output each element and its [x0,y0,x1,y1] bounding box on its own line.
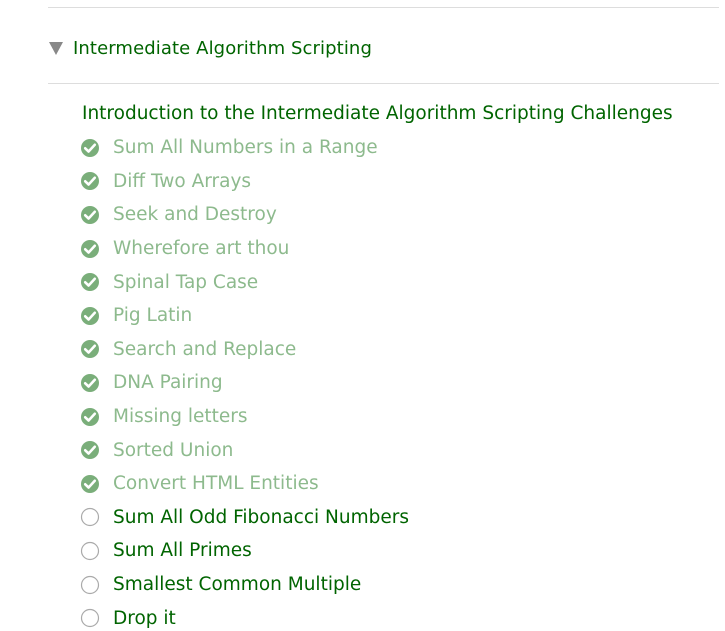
challenge-item[interactable]: Sum All Primes [80,534,409,568]
check-circle-icon [80,306,100,326]
challenge-item[interactable]: Pig Latin [80,299,409,333]
challenge-label: Sum All Odd Fibonacci Numbers [113,506,409,528]
divider-section [48,83,719,84]
challenge-label: Wherefore art thou [113,238,290,260]
empty-circle-icon [80,575,100,595]
check-circle-icon [80,407,100,427]
challenge-item[interactable]: Seek and Destroy [80,198,409,232]
curriculum-page: Intermediate Algorithm Scripting Introdu… [0,0,725,631]
challenge-label: Sum All Primes [113,540,252,562]
section-title: Intermediate Algorithm Scripting [73,37,372,59]
challenge-list: Sum All Numbers in a Range Diff Two Array… [80,131,409,631]
challenge-label: Missing letters [113,406,248,428]
challenge-label: Pig Latin [113,305,193,327]
caret-down-icon [48,40,64,56]
check-circle-icon [80,138,100,158]
check-circle-icon [80,239,100,259]
challenge-item[interactable]: Spinal Tap Case [80,265,409,299]
check-circle-icon [80,205,100,225]
empty-circle-icon [80,507,100,527]
challenge-item[interactable]: Convert HTML Entities [80,467,409,501]
challenge-item[interactable]: Diff Two Arrays [80,165,409,199]
challenge-item[interactable]: Wherefore art thou [80,232,409,266]
check-circle-icon [80,440,100,460]
challenge-label: Diff Two Arrays [113,170,252,192]
challenge-label: Sorted Union [113,439,234,461]
challenge-label: Convert HTML Entities [113,473,319,495]
challenge-item[interactable]: Drop it [80,601,409,631]
challenge-item[interactable]: Sorted Union [80,433,409,467]
challenge-item[interactable]: Smallest Common Multiple [80,568,409,602]
challenge-label: DNA Pairing [113,372,223,394]
challenge-label: Spinal Tap Case [113,271,259,293]
challenge-item[interactable]: Missing letters [80,400,409,434]
check-circle-icon [80,171,100,191]
check-circle-icon [80,272,100,292]
challenge-label: Drop it [113,607,176,629]
empty-circle-icon [80,541,100,561]
challenge-item[interactable]: Search and Replace [80,333,409,367]
check-circle-icon [80,474,100,494]
challenge-label: Search and Replace [113,338,297,360]
challenge-label: Seek and Destroy [113,204,277,226]
challenge-label: Smallest Common Multiple [113,574,362,596]
empty-circle-icon [80,608,100,628]
challenge-item[interactable]: DNA Pairing [80,366,409,400]
challenge-item[interactable]: Sum All Odd Fibonacci Numbers [80,501,409,535]
check-circle-icon [80,339,100,359]
challenge-label: Sum All Numbers in a Range [113,137,378,159]
divider-top [48,7,719,8]
intro-link[interactable]: Introduction to the Intermediate Algorit… [82,103,673,124]
check-circle-icon [80,373,100,393]
challenge-item[interactable]: Sum All Numbers in a Range [80,131,409,165]
section-header-intermediate-algorithm-scripting[interactable]: Intermediate Algorithm Scripting [48,33,372,63]
